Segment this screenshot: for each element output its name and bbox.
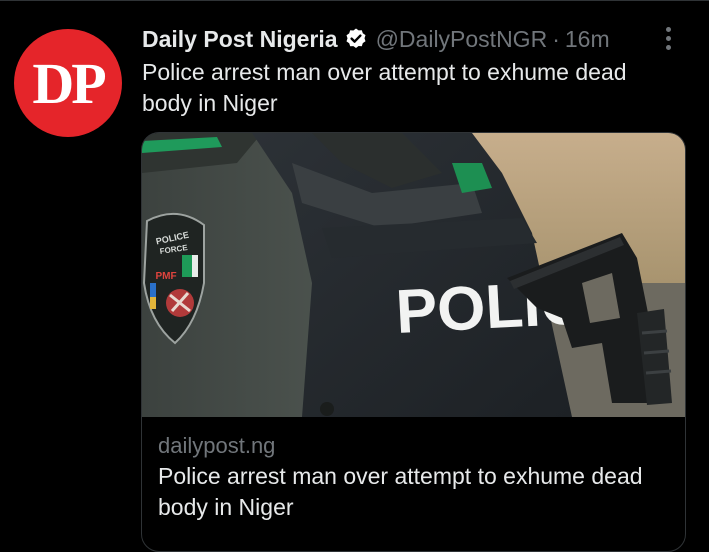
more-dots-icon[interactable] [656, 23, 680, 53]
author-handle[interactable]: @DailyPostNGR [376, 26, 548, 53]
tweet-timestamp[interactable]: 16m [565, 26, 610, 53]
tweet[interactable]: DP Daily Post Nigeria @DailyPostNGR · 16… [0, 0, 709, 552]
more-dot [665, 35, 671, 41]
more-dot [665, 44, 671, 50]
link-card[interactable]: POLICE FORCE PMF POLIC dailypost.ng Poli… [141, 132, 686, 552]
tweet-header: Daily Post Nigeria @DailyPostNGR · 16m [142, 25, 610, 53]
tweet-text: Police arrest man over attempt to exhume… [142, 59, 627, 116]
author-avatar[interactable]: DP [14, 29, 122, 137]
author-name[interactable]: Daily Post Nigeria [142, 26, 338, 53]
patch-text-pmf: PMF [155, 271, 176, 282]
more-dot [665, 26, 671, 32]
header-separator: · [552, 25, 560, 52]
police-officer-photo: POLICE FORCE PMF POLIC [142, 133, 685, 417]
avatar-logo-text: DP [32, 51, 106, 116]
card-title: Police arrest man over attempt to exhume… [158, 463, 643, 520]
verified-badge-icon [344, 27, 368, 51]
card-image[interactable]: POLICE FORCE PMF POLIC [142, 133, 685, 417]
card-domain: dailypost.ng [158, 433, 276, 458]
